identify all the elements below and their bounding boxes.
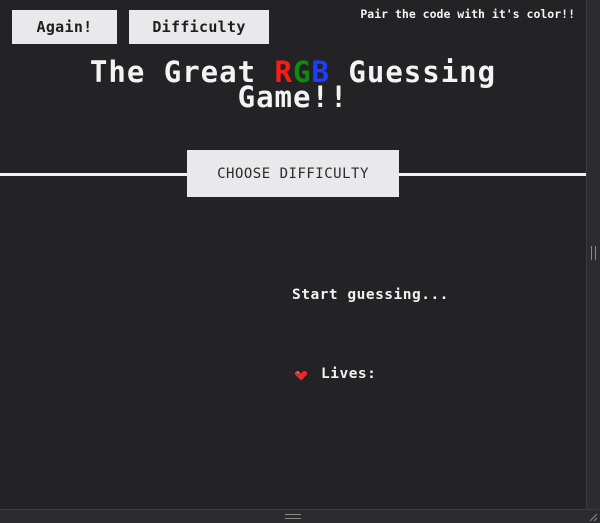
- choose-difficulty-button[interactable]: CHOOSE DIFFICULTY: [187, 150, 399, 197]
- title-suffix: Guessing: [329, 55, 497, 89]
- scrollbar-grip-icon[interactable]: [591, 246, 596, 260]
- title-line-2: Game!!: [237, 80, 349, 114]
- heart-icon: [295, 371, 307, 380]
- page-title: The Great RGB Guessing Game!!: [0, 58, 586, 114]
- difficulty-button[interactable]: Difficulty: [129, 10, 269, 44]
- lives-indicator: Lives:: [295, 366, 376, 382]
- bottom-resize-bar[interactable]: [0, 509, 600, 523]
- game-page: Again! Difficulty Pair the code with it'…: [0, 0, 600, 523]
- resize-grip-icon[interactable]: [285, 514, 301, 519]
- vertical-scrollbar[interactable]: [586, 0, 600, 509]
- tagline-text: Pair the code with it's color!!: [360, 7, 575, 21]
- status-message: Start guessing...: [292, 287, 449, 303]
- lives-label: Lives:: [321, 366, 377, 382]
- resize-corner-icon[interactable]: [588, 512, 598, 522]
- again-button[interactable]: Again!: [12, 10, 117, 44]
